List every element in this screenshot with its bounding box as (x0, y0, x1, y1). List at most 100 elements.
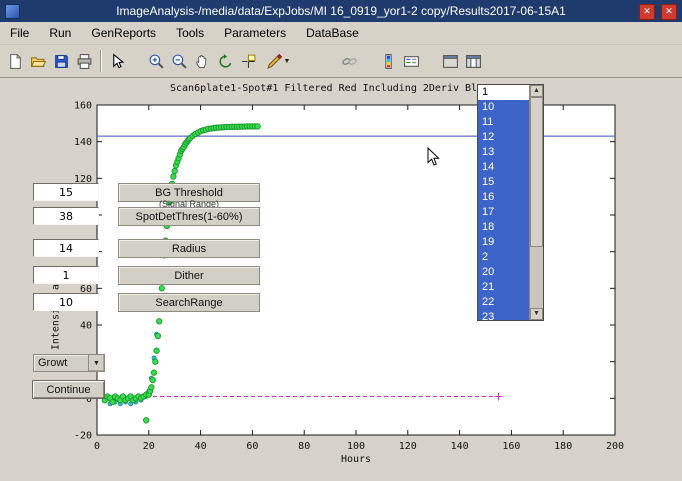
chevron-down-icon: ▼ (88, 355, 104, 371)
titlebar[interactable]: ImageAnalysis-/media/data/ExpJobs/MI 16_… (0, 0, 682, 22)
svg-text:0: 0 (94, 441, 100, 452)
zoom-in-icon (148, 53, 165, 70)
svg-text:120: 120 (399, 441, 417, 452)
listbox-item[interactable]: 16 (478, 190, 529, 205)
zoom-out-icon (171, 53, 188, 70)
listbox-item[interactable]: 1 (478, 85, 529, 100)
svg-text:100: 100 (347, 441, 365, 452)
app-window: ImageAnalysis-/media/data/ExpJobs/MI 16_… (0, 0, 682, 481)
svg-text:160: 160 (502, 441, 520, 452)
print-figure-button[interactable] (73, 50, 96, 73)
search-range-label-button[interactable]: SearchRange (118, 293, 260, 312)
data-cursor-button[interactable] (237, 50, 260, 73)
open-folder-icon (30, 53, 47, 70)
plot-title: Scan6plate1-Spot#1 Filtered Red Includin… (170, 83, 477, 94)
new-figure-button[interactable] (4, 50, 27, 73)
printer-icon (76, 53, 93, 70)
listbox-scrollbar[interactable]: ▲ ▼ (529, 85, 543, 320)
toolbar: ▼ (0, 45, 682, 78)
growth-mode-value: Growt (34, 357, 88, 369)
mouse-cursor (427, 147, 441, 167)
hide-plot-tools-button[interactable] (439, 50, 462, 73)
listbox-item[interactable]: 13 (478, 145, 529, 160)
listbox-item[interactable]: 20 (478, 265, 529, 280)
edit-plot-button[interactable] (106, 50, 129, 73)
scrollbar-thumb[interactable] (530, 97, 543, 247)
listbox-item[interactable]: 15 (478, 175, 529, 190)
insert-colorbar-button[interactable] (377, 50, 400, 73)
rotate-3d-button[interactable] (214, 50, 237, 73)
svg-text:60: 60 (246, 441, 258, 452)
rotate-icon (217, 53, 234, 70)
svg-text:80: 80 (298, 441, 310, 452)
insert-legend-button[interactable] (400, 50, 423, 73)
bg-threshold-sublabel: (Signal Range) (118, 199, 260, 207)
brush-button[interactable]: ▼ (260, 50, 296, 73)
scan-list: 1 10 11 12 13 14 15 16 17 18 19 2 20 21 … (478, 85, 529, 320)
open-file-button[interactable] (27, 50, 50, 73)
menu-item-genreports[interactable]: GenReports (81, 23, 166, 44)
listbox-item[interactable]: 11 (478, 115, 529, 130)
radius-input[interactable] (33, 239, 99, 257)
svg-text:40: 40 (80, 321, 92, 332)
menu-item-database[interactable]: DataBase (296, 23, 369, 44)
window-button-secondary[interactable]: ✕ (639, 4, 655, 20)
legend-icon (403, 53, 420, 70)
scan-listbox: 1 10 11 12 13 14 15 16 17 18 19 2 20 21 … (477, 84, 544, 321)
menu-item-file[interactable]: File (0, 23, 39, 44)
plot-canvas[interactable]: -200204060801001201401600204060801001201… (0, 78, 682, 481)
svg-text:140: 140 (74, 137, 92, 148)
spot-det-thres-label-button[interactable]: SpotDetThres(1-60%) (118, 207, 260, 226)
menubar: File Run GenReports Tools Parameters Dat… (0, 22, 682, 45)
svg-text:20: 20 (143, 441, 155, 452)
spot-det-thres-input[interactable] (33, 207, 99, 225)
continue-button[interactable]: Continue (32, 380, 105, 399)
show-plot-tools-button[interactable] (462, 50, 485, 73)
pointer-arrow-icon (109, 53, 126, 70)
growth-mode-dropdown[interactable]: Growt ▼ (33, 354, 105, 372)
listbox-item[interactable]: 2 (478, 250, 529, 265)
menu-item-tools[interactable]: Tools (166, 23, 214, 44)
listbox-item[interactable]: 12 (478, 130, 529, 145)
scroll-up-icon[interactable]: ▲ (530, 85, 543, 97)
svg-text:140: 140 (451, 441, 469, 452)
listbox-item[interactable]: 14 (478, 160, 529, 175)
data-cursor-icon (240, 53, 257, 70)
hand-icon (194, 53, 211, 70)
save-figure-button[interactable] (50, 50, 73, 73)
listbox-item[interactable]: 23 (478, 310, 529, 320)
link-plot-button[interactable] (338, 50, 361, 73)
listbox-item[interactable]: 19 (478, 235, 529, 250)
hide-plot-tools-icon (442, 53, 459, 70)
svg-text:160: 160 (74, 101, 92, 112)
chevron-down-icon: ▼ (284, 58, 291, 65)
zoom-in-button[interactable] (145, 50, 168, 73)
listbox-item[interactable]: 17 (478, 205, 529, 220)
listbox-item[interactable]: 22 (478, 295, 529, 310)
pan-button[interactable] (191, 50, 214, 73)
svg-text:200: 200 (606, 441, 624, 452)
bg-threshold-input[interactable] (33, 183, 99, 201)
dither-label-button[interactable]: Dither (118, 266, 260, 285)
svg-text:180: 180 (554, 441, 572, 452)
svg-text:-20: -20 (74, 431, 92, 442)
search-range-input[interactable] (33, 293, 99, 311)
listbox-item[interactable]: 21 (478, 280, 529, 295)
listbox-item[interactable]: 18 (478, 220, 529, 235)
radius-label-button[interactable]: Radius (118, 239, 260, 258)
link-icon (341, 53, 358, 70)
menu-item-run[interactable]: Run (39, 23, 81, 44)
colorbar-icon (380, 53, 397, 70)
toolbar-separator (100, 50, 102, 72)
figure-area: -200204060801001201401600204060801001201… (0, 78, 682, 481)
menu-item-parameters[interactable]: Parameters (214, 23, 296, 44)
floppy-disk-icon (53, 53, 70, 70)
brush-icon (266, 53, 283, 70)
listbox-item[interactable]: 10 (478, 100, 529, 115)
svg-text:40: 40 (195, 441, 207, 452)
close-button[interactable]: ✕ (661, 4, 677, 20)
dither-input[interactable] (33, 266, 99, 284)
zoom-out-button[interactable] (168, 50, 191, 73)
scroll-down-icon[interactable]: ▼ (530, 308, 543, 320)
svg-text:Hours: Hours (341, 454, 371, 465)
